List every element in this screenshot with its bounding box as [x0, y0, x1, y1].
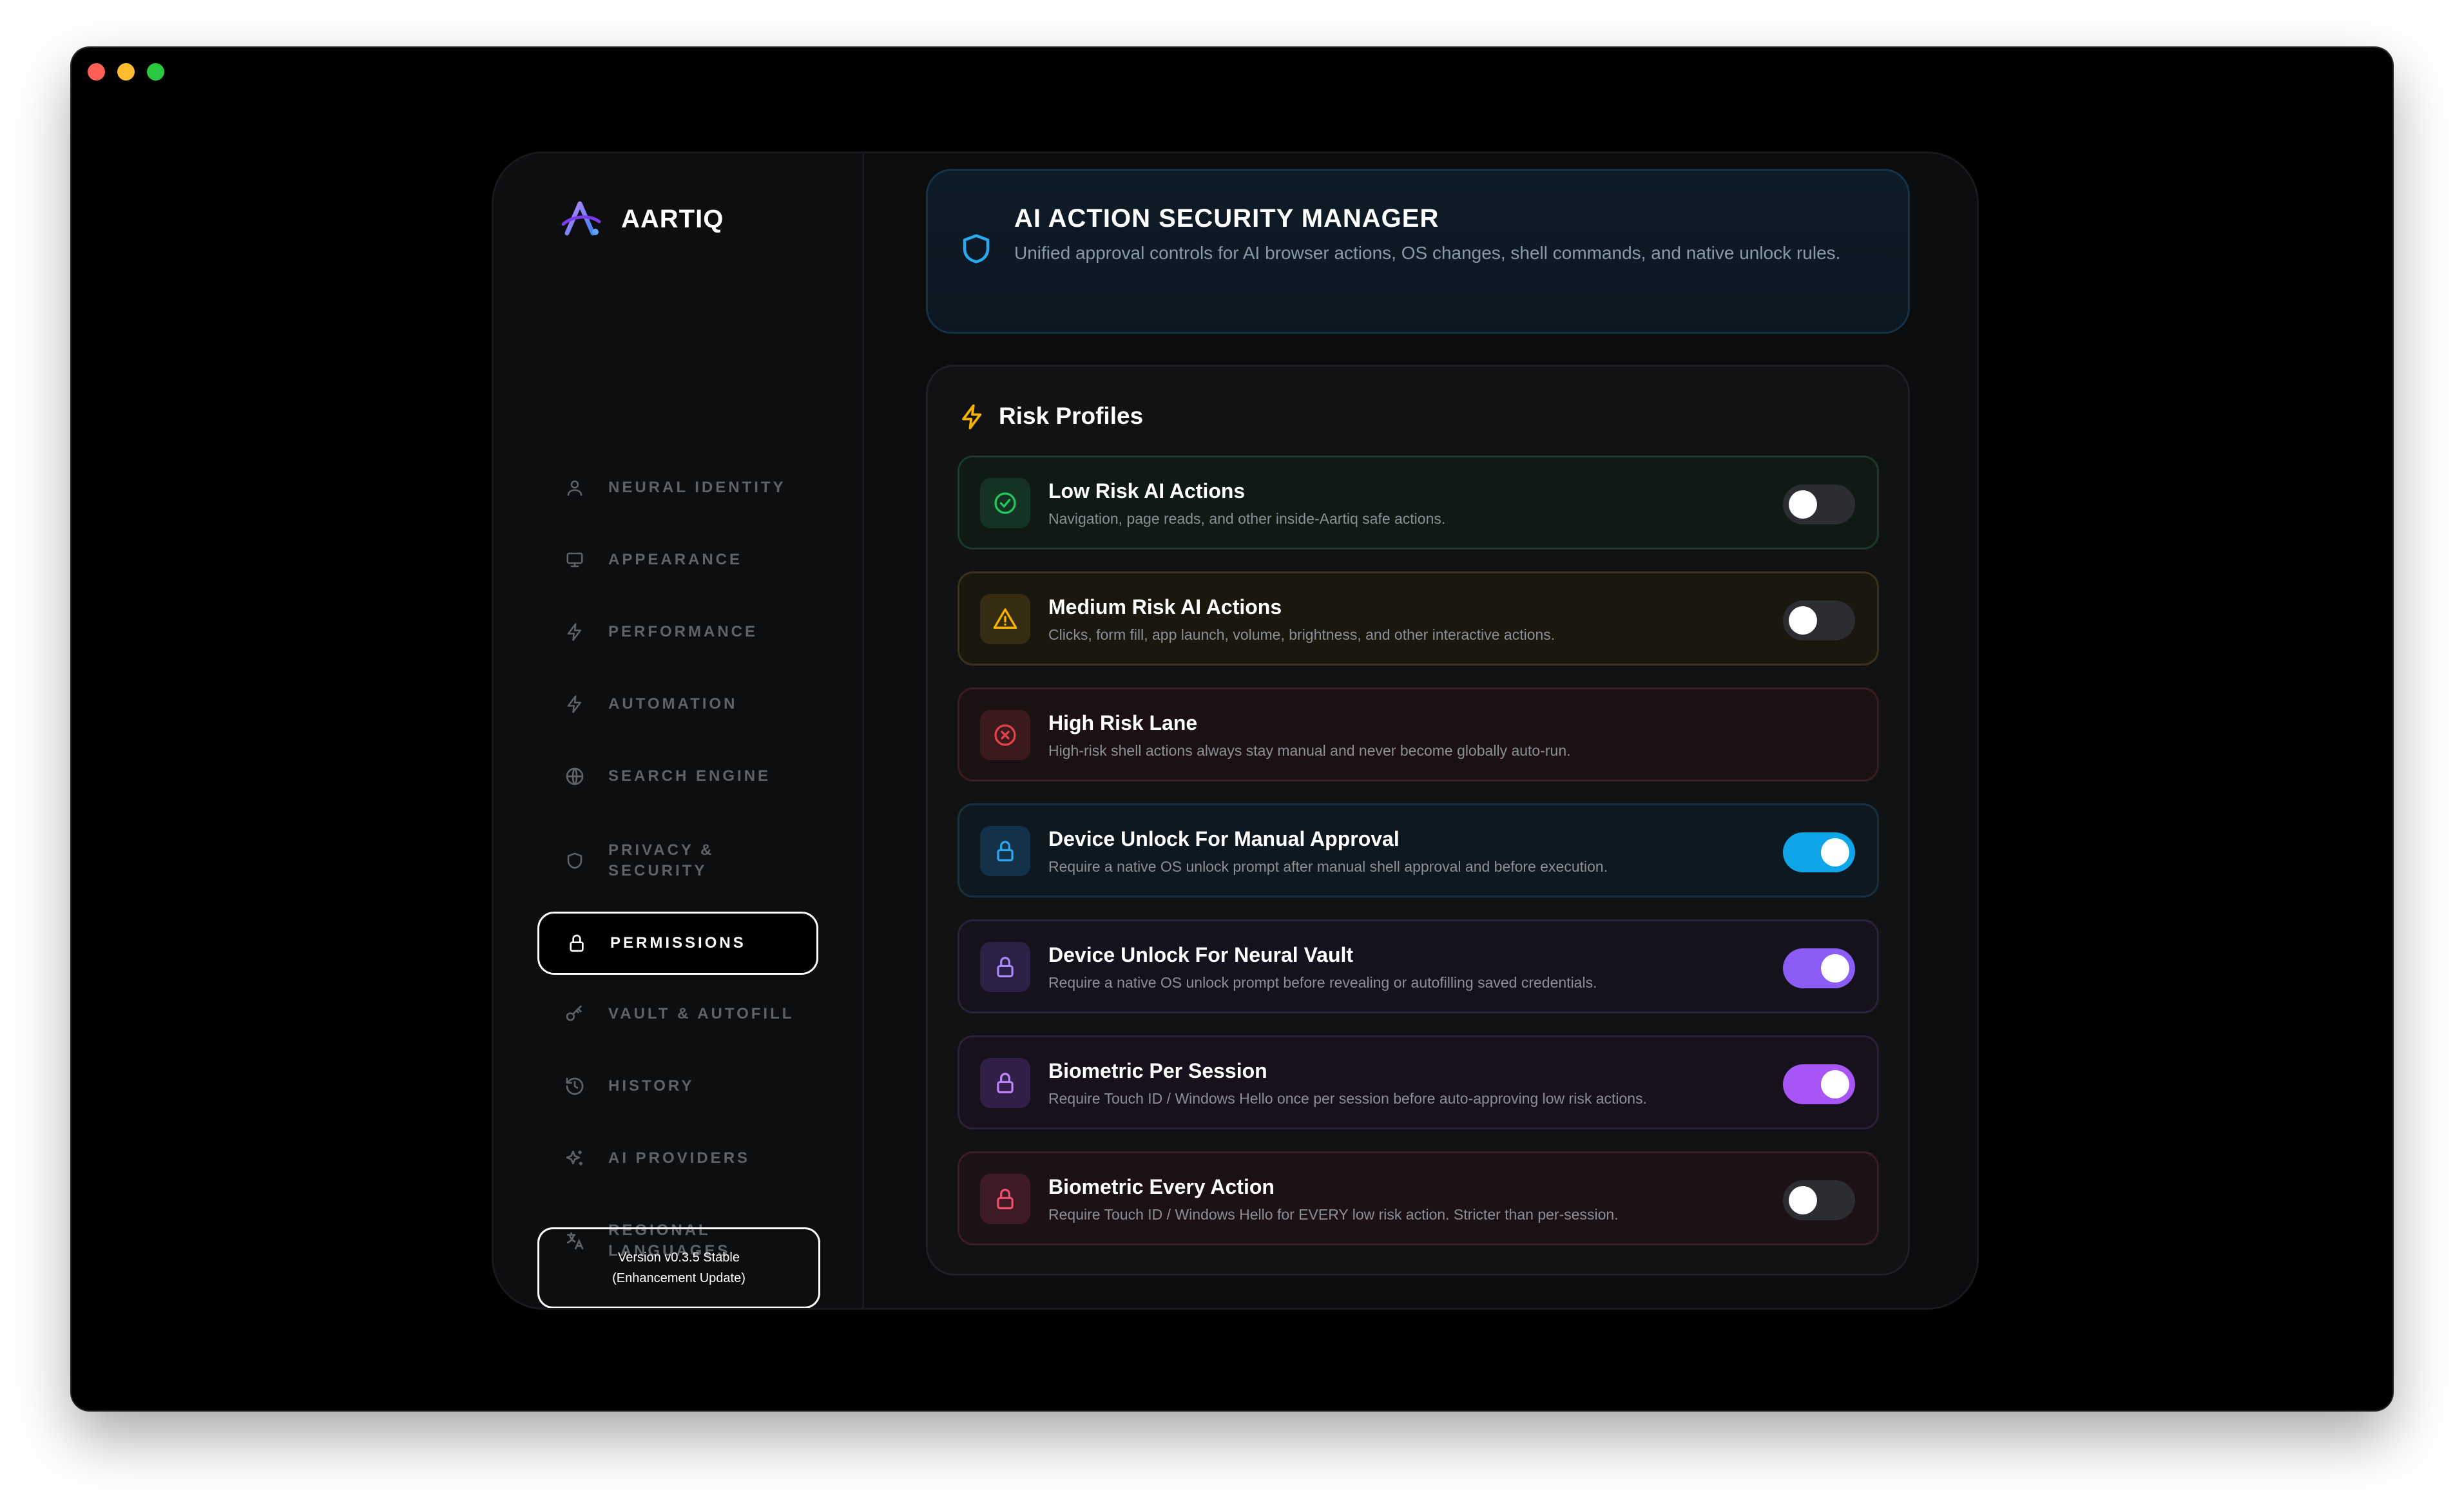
zoom-window-button[interactable]: [147, 63, 164, 81]
lock-icon: [980, 942, 1030, 992]
row-description: Require Touch ID / Windows Hello once pe…: [1048, 1090, 1647, 1107]
page-subtitle: Unified approval controls for AI browser…: [1014, 243, 1841, 263]
sidebar-item-label: AUTOMATION: [608, 695, 738, 713]
warning-icon: [980, 594, 1030, 644]
version-badge[interactable]: Version v0.3.5 Stable (Enhancement Updat…: [537, 1227, 820, 1308]
section-title: Risk Profiles: [999, 403, 1144, 429]
settings-panel: AARTIQ NEURAL IDENTITY APPEARANCE PERFOR…: [492, 151, 1979, 1310]
sidebar-item-neural-identity[interactable]: NEURAL IDENTITY: [537, 458, 814, 517]
risk-row-biometric-every-action: Biometric Every Action Require Touch ID …: [958, 1151, 1879, 1245]
device-unlock-manual-toggle[interactable]: [1783, 832, 1855, 872]
row-title: High Risk Lane: [1048, 711, 1198, 734]
row-title: Device Unlock For Neural Vault: [1048, 943, 1354, 966]
bolt-icon: [563, 693, 586, 716]
shield-icon: [963, 234, 990, 264]
toggle-knob: [1821, 1070, 1849, 1098]
sidebar-item-label: SEARCH ENGINE: [608, 767, 771, 785]
risk-row-biometric-session: Biometric Per Session Require Touch ID /…: [958, 1035, 1879, 1129]
risk-row-device-unlock-vault: Device Unlock For Neural Vault Require a…: [958, 919, 1879, 1013]
globe-icon: [563, 765, 586, 788]
row-title: Low Risk AI Actions: [1048, 479, 1246, 503]
low-risk-toggle[interactable]: [1783, 484, 1855, 524]
risk-row-device-unlock-manual: Device Unlock For Manual Approval Requir…: [958, 803, 1879, 897]
version-line: Version v0.3.5 Stable: [617, 1251, 740, 1265]
sidebar-item-label: AI PROVIDERS: [608, 1149, 751, 1167]
sidebar-item-appearance[interactable]: APPEARANCE: [537, 530, 814, 590]
toggle-knob: [1821, 954, 1849, 983]
toggle-knob: [1821, 838, 1849, 867]
sidebar-item-label: PERFORMANCE: [608, 623, 758, 640]
x-circle-icon: [980, 710, 1030, 760]
sidebar-item-label: HISTORY: [608, 1077, 695, 1095]
key-icon: [563, 1002, 586, 1026]
sidebar-item-automation[interactable]: AUTOMATION: [537, 675, 814, 734]
brand-name: AARTIQ: [621, 204, 724, 233]
row-description: Clicks, form fill, app launch, volume, b…: [1048, 626, 1555, 643]
sidebar-item-history[interactable]: HISTORY: [537, 1057, 814, 1116]
row-title: Biometric Per Session: [1048, 1059, 1267, 1082]
sidebar-item-search-engine[interactable]: SEARCH ENGINE: [537, 747, 814, 806]
row-description: Require Touch ID / Windows Hello for EVE…: [1048, 1206, 1619, 1223]
risk-profiles-card: Risk Profiles Low Risk AI Actions Naviga…: [926, 365, 1910, 1276]
sidebar-item-performance[interactable]: PERFORMANCE: [537, 602, 814, 662]
toggle-knob: [1789, 490, 1817, 519]
app-window: AARTIQ NEURAL IDENTITY APPEARANCE PERFOR…: [72, 48, 2392, 1410]
user-icon: [563, 476, 586, 499]
lock-icon: [980, 1058, 1030, 1108]
monitor-icon: [563, 548, 586, 571]
main-content: AI ACTION SECURITY MANAGER Unified appro…: [864, 153, 1977, 1308]
sidebar-item-label: APPEARANCE: [608, 551, 743, 568]
risk-row-low: Low Risk AI Actions Navigation, page rea…: [958, 455, 1879, 550]
sidebar-item-permissions[interactable]: PERMISSIONS: [537, 912, 818, 975]
sparkles-icon: [563, 1147, 586, 1170]
toggle-knob: [1789, 606, 1817, 635]
device-unlock-vault-toggle[interactable]: [1783, 948, 1855, 988]
row-title: Device Unlock For Manual Approval: [1048, 827, 1400, 850]
security-manager-header: AI ACTION SECURITY MANAGER Unified appro…: [926, 169, 1910, 334]
sidebar-item-privacy-security[interactable]: PRIVACY & SECURITY: [537, 831, 814, 890]
version-note: (Enhancement Update): [612, 1271, 746, 1285]
lock-icon: [565, 932, 588, 955]
page-title: AI ACTION SECURITY MANAGER: [1014, 204, 1439, 233]
row-description: Require a native OS unlock prompt after …: [1048, 858, 1608, 875]
brand: AARTIQ: [558, 196, 724, 242]
biometric-session-toggle[interactable]: [1783, 1064, 1855, 1104]
risk-row-high: High Risk Lane High-risk shell actions a…: [958, 687, 1879, 781]
sidebar-item-ai-providers[interactable]: AI PROVIDERS: [537, 1129, 814, 1188]
sidebar-item-label: VAULT & AUTOFILL: [608, 1005, 794, 1022]
sidebar-item-label: PRIVACY & SECURITY: [608, 841, 715, 879]
shield-icon: [563, 849, 586, 872]
bolt-icon: [962, 404, 982, 430]
biometric-every-action-toggle[interactable]: [1783, 1180, 1855, 1220]
row-description: Require a native OS unlock prompt before…: [1048, 974, 1597, 991]
row-description: High-risk shell actions always stay manu…: [1048, 742, 1571, 759]
close-window-button[interactable]: [88, 63, 105, 81]
lock-icon: [980, 1174, 1030, 1224]
row-description: Navigation, page reads, and other inside…: [1048, 510, 1446, 527]
bolt-icon: [563, 620, 586, 644]
history-icon: [563, 1075, 586, 1098]
aartiq-logo-icon: [561, 201, 601, 236]
row-title: Medium Risk AI Actions: [1048, 595, 1282, 618]
lock-icon: [980, 826, 1030, 876]
sidebar: AARTIQ NEURAL IDENTITY APPEARANCE PERFOR…: [494, 153, 864, 1308]
minimize-window-button[interactable]: [117, 63, 135, 81]
window-controls: [88, 63, 164, 81]
row-title: Biometric Every Action: [1048, 1175, 1275, 1198]
sidebar-item-vault-autofill[interactable]: VAULT & AUTOFILL: [537, 984, 814, 1044]
risk-row-medium: Medium Risk AI Actions Clicks, form fill…: [958, 571, 1879, 666]
toggle-knob: [1789, 1186, 1817, 1214]
sidebar-item-label: PERMISSIONS: [610, 934, 746, 952]
sidebar-item-label: NEURAL IDENTITY: [608, 479, 786, 496]
medium-risk-toggle[interactable]: [1783, 600, 1855, 640]
check-circle-icon: [980, 478, 1030, 528]
